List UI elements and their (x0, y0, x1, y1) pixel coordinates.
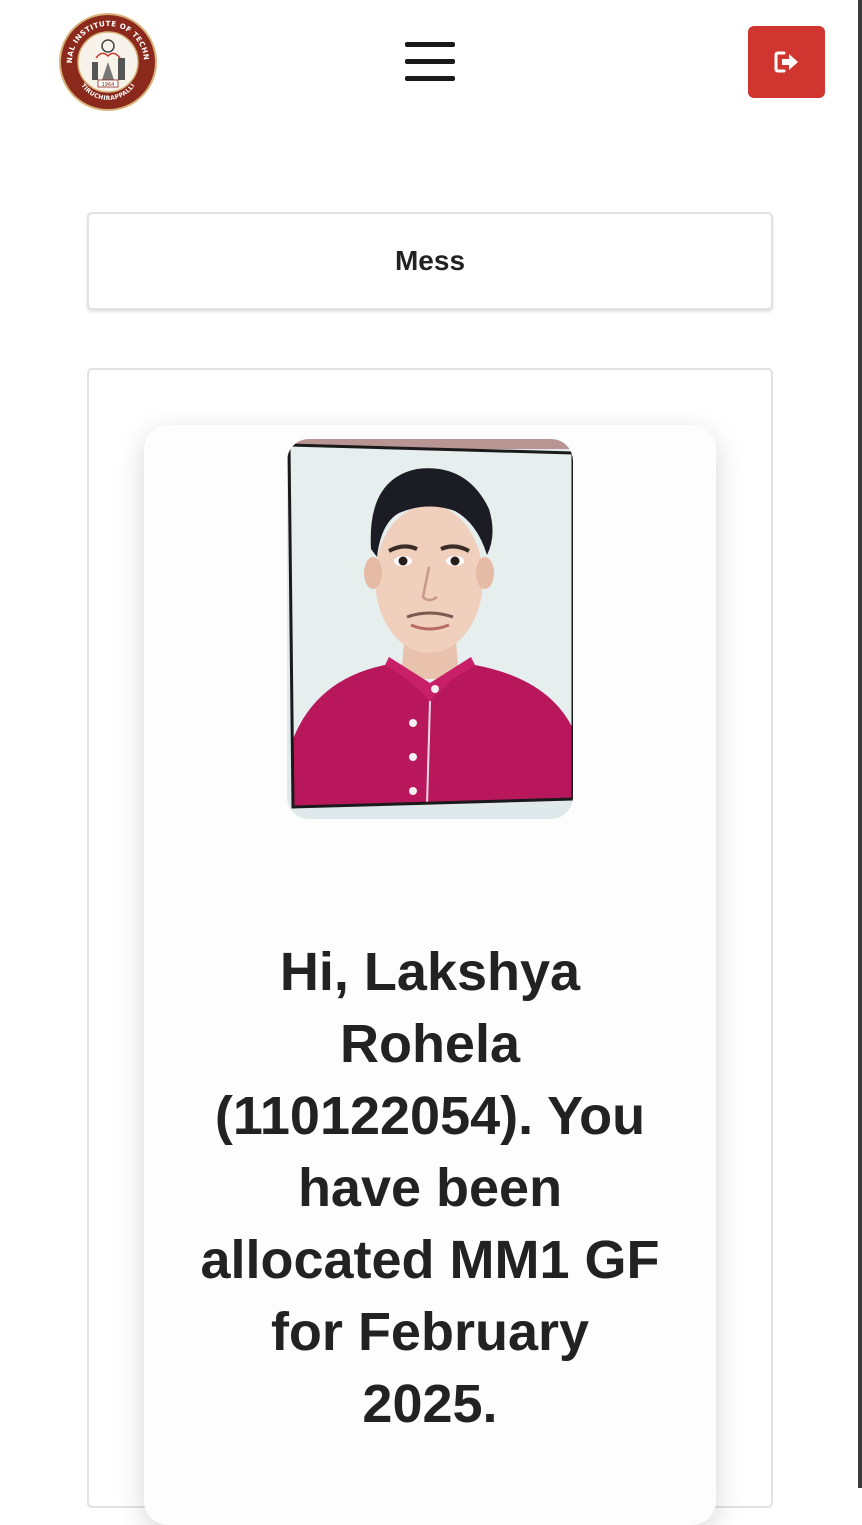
hamburger-menu-icon-middle (405, 59, 455, 64)
top-navbar: NATIONAL INSTITUTE OF TECHNOLOGY TIRUCHI… (0, 0, 862, 125)
hamburger-menu-button[interactable] (402, 40, 458, 84)
hamburger-menu-icon-bottom (405, 76, 455, 81)
page-title-card: Mess (87, 212, 773, 310)
profile-photo (287, 439, 573, 819)
page-edge (858, 0, 862, 1488)
logout-button[interactable] (748, 26, 825, 98)
hamburger-menu-icon (405, 42, 455, 47)
institute-logo[interactable]: NATIONAL INSTITUTE OF TECHNOLOGY TIRUCHI… (54, 5, 158, 112)
sign-out-icon (774, 51, 798, 73)
page-title: Mess (394, 245, 466, 276)
logo-year: 1964 (102, 82, 115, 88)
allocation-greeting: Hi, Lakshya Rohela (110122054). You have… (200, 942, 660, 1434)
